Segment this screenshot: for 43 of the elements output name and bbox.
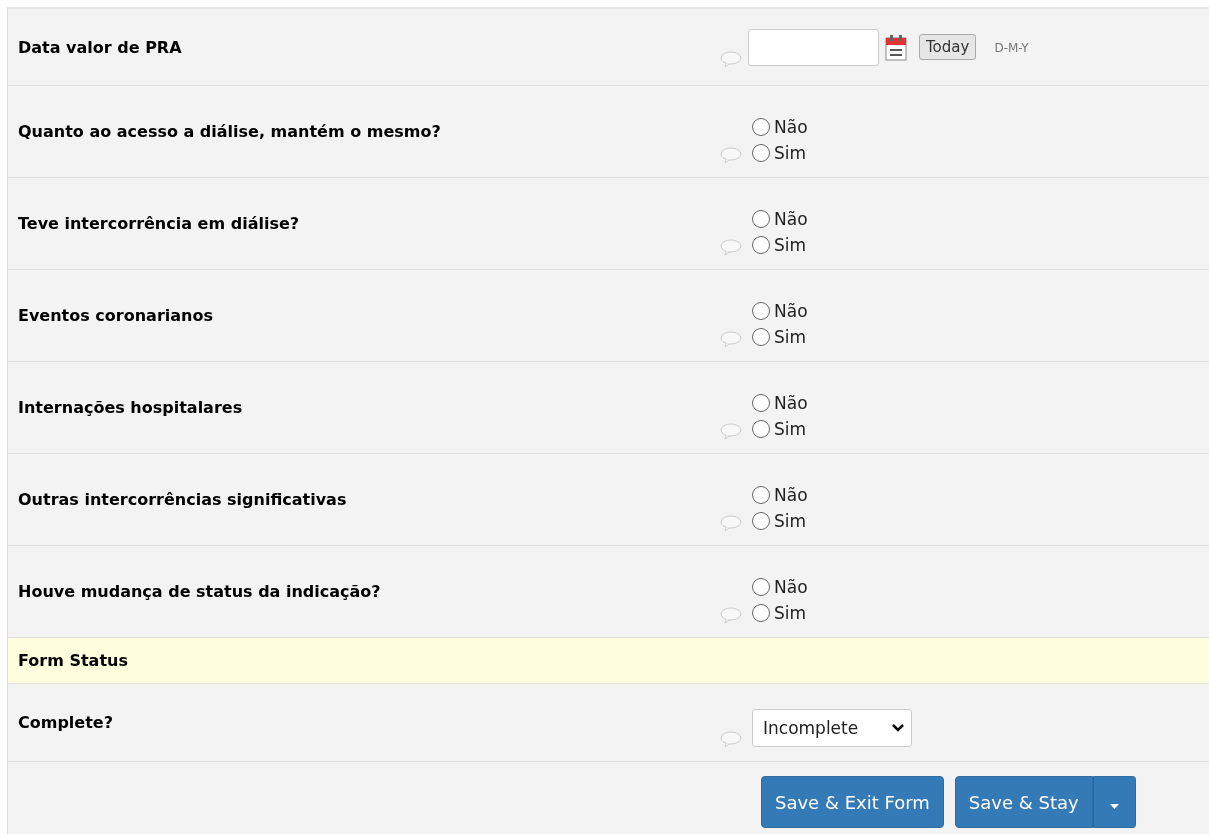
radio-button[interactable]	[752, 118, 770, 136]
radio-button[interactable]	[752, 420, 770, 438]
today-button[interactable]: Today	[919, 34, 977, 60]
field-label: Complete?	[18, 713, 113, 732]
save-exit-button[interactable]: Save & Exit Form	[761, 776, 944, 828]
option-label: Não	[774, 577, 808, 597]
calendar-icon[interactable]	[885, 35, 907, 61]
field-label: Teve intercorrência em diálise?	[18, 214, 300, 233]
field-label: Data valor de PRA	[18, 37, 182, 57]
option-label: Não	[774, 485, 808, 505]
caret-icon	[1109, 803, 1119, 809]
section-title: Form Status	[18, 651, 128, 670]
radio-button[interactable]	[752, 328, 770, 346]
option-label: Sim	[774, 603, 807, 623]
field-label: Houve mudança de status da indicação?	[18, 582, 381, 601]
field-label: Outras intercorrências significativas	[18, 490, 347, 509]
radio-button[interactable]	[752, 394, 770, 412]
option-label: Não	[774, 209, 808, 229]
field-label: Quanto ao acesso a diálise, mantém o mesmo?	[18, 122, 441, 141]
option-label: Sim	[774, 235, 807, 255]
save-stay-button[interactable]: Save & Stay	[954, 776, 1093, 828]
option-label: Sim	[774, 419, 807, 439]
status-select[interactable]: Incomplete	[752, 709, 912, 747]
radio-button[interactable]	[752, 302, 770, 320]
dropdown-toggle[interactable]	[1092, 776, 1136, 828]
radio-button[interactable]	[752, 236, 770, 254]
option-label: Não	[774, 393, 808, 413]
option-label: Não	[774, 117, 808, 137]
date-format-hint: D-M-Y	[994, 41, 1029, 55]
radio-button[interactable]	[752, 144, 770, 162]
option-label: Não	[774, 301, 808, 321]
chevron-down-icon	[891, 723, 905, 733]
radio-button[interactable]	[752, 486, 770, 504]
radio-button[interactable]	[752, 210, 770, 228]
radio-button[interactable]	[752, 512, 770, 530]
field-label: Eventos coronarianos	[18, 306, 213, 325]
option-label: Sim	[774, 327, 807, 347]
date-input[interactable]	[748, 29, 879, 66]
radio-button[interactable]	[752, 604, 770, 622]
radio-button[interactable]	[752, 578, 770, 596]
option-label: Sim	[774, 143, 807, 163]
field-label: Internações hospitalares	[18, 398, 243, 417]
option-label: Sim	[774, 511, 807, 531]
